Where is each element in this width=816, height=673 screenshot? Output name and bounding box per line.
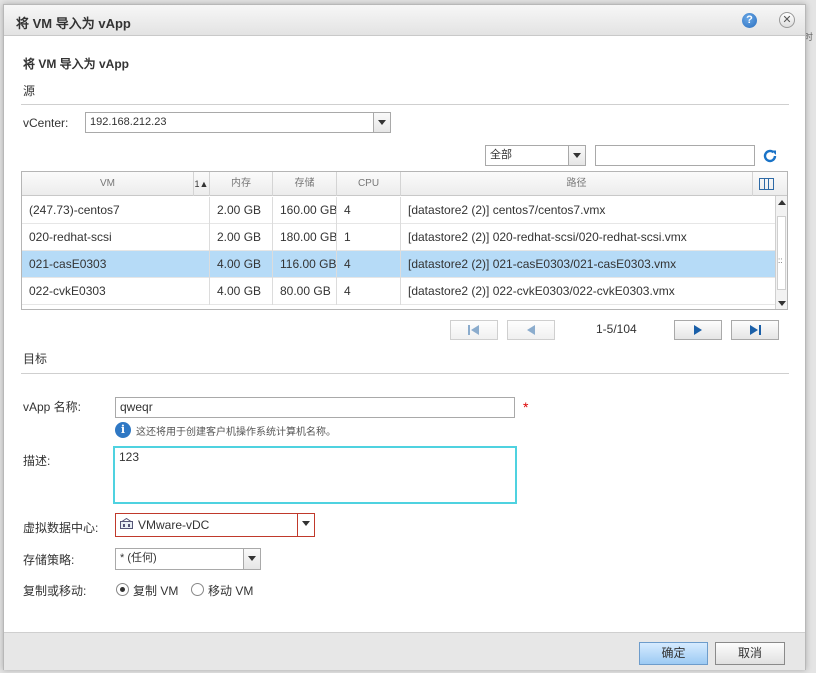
column-header-memory[interactable]: 内存	[210, 172, 273, 196]
cell-vm: (247.73)-centos7	[22, 197, 210, 224]
move-vm-radio[interactable]	[191, 583, 204, 596]
chevron-down-icon[interactable]	[373, 113, 390, 132]
dialog-footer: 确定 取消	[4, 632, 805, 670]
cell-path: [datastore2 (2)] 020-redhat-scsi/020-red…	[408, 230, 687, 244]
virtual-datacenter-value: VMware-vDC	[138, 518, 210, 532]
virtual-datacenter-select[interactable]: VMware-vDC	[115, 513, 315, 537]
first-page-icon	[468, 325, 479, 335]
first-page-button[interactable]	[450, 320, 498, 340]
table-row[interactable]: (247.73)-centos7 2.00 GB 160.00 GB 4 [da…	[22, 197, 777, 224]
cell-path: [datastore2 (2)] centos7/centos7.vmx	[408, 203, 606, 217]
source-divider	[21, 104, 789, 105]
cell-cpu: 1	[337, 224, 401, 251]
chevron-down-icon[interactable]	[243, 549, 260, 569]
pager-range: 1-5/104	[596, 322, 637, 336]
vcenter-select[interactable]: 192.168.212.23	[85, 112, 391, 133]
column-header-storage[interactable]: 存储	[273, 172, 337, 196]
copy-or-move-label: 复制或移动:	[23, 584, 87, 598]
cell-cpu: 4	[337, 251, 401, 278]
cell-memory: 4.00 GB	[210, 251, 273, 278]
column-header-vm[interactable]: VM	[22, 172, 194, 196]
info-icon: i	[115, 422, 131, 438]
move-vm-label[interactable]: 移动 VM	[208, 582, 253, 599]
vcenter-label: vCenter:	[23, 116, 69, 130]
scrollbar-grip: ::	[778, 256, 783, 265]
cell-storage: 160.00 GB	[273, 197, 337, 224]
filter-select-value: 全部	[490, 149, 512, 161]
vapp-name-input[interactable]: qweqr	[115, 397, 515, 418]
storage-policy-label: 存储策略:	[23, 553, 75, 567]
close-icon[interactable]: ✕	[779, 12, 795, 28]
cell-memory: 4.00 GB	[210, 278, 273, 305]
vapp-name-label: vApp 名称:	[23, 400, 82, 414]
scrollbar-thumb[interactable]	[777, 216, 786, 290]
table-row[interactable]: 022-cvkE0303 4.00 GB 80.00 GB 4 [datasto…	[22, 278, 777, 305]
target-section-label: 目标	[23, 352, 48, 366]
next-page-button[interactable]	[674, 320, 722, 340]
chevron-down-icon[interactable]	[568, 146, 585, 165]
table-row[interactable]: 020-redhat-scsi 2.00 GB 180.00 GB 1 [dat…	[22, 224, 777, 251]
table-header: VM 1▲ 内存 存储 CPU 路径	[22, 172, 787, 196]
scroll-down-icon[interactable]	[778, 301, 786, 306]
cell-storage: 116.00 GB	[273, 251, 337, 278]
cell-cpu: 4	[337, 197, 401, 224]
copy-vm-label[interactable]: 复制 VM	[133, 582, 178, 599]
datacenter-icon	[120, 518, 133, 529]
previous-page-button[interactable]	[507, 320, 555, 340]
last-page-icon	[750, 325, 761, 335]
scroll-up-icon[interactable]	[778, 200, 786, 205]
vcenter-select-value: 192.168.212.23	[90, 116, 167, 128]
last-page-button[interactable]	[731, 320, 779, 340]
cell-memory: 2.00 GB	[210, 224, 273, 251]
dialog-title: 将 VM 导入为 vApp	[16, 16, 131, 31]
cell-vm: 021-casE0303	[22, 251, 210, 278]
column-header-cpu[interactable]: CPU	[337, 172, 401, 196]
dialog-titlebar: 将 VM 导入为 vApp ? ✕	[4, 5, 805, 36]
cell-storage: 180.00 GB	[273, 224, 337, 251]
cell-storage: 80.00 GB	[273, 278, 337, 305]
vm-table: VM 1▲ 内存 存储 CPU 路径 (247.73)-centos7 2.00…	[21, 171, 788, 310]
filter-select[interactable]: 全部	[485, 145, 586, 166]
previous-page-icon	[527, 325, 535, 335]
vapp-name-hint: 这还将用于创建客户机操作系统计算机名称。	[136, 427, 336, 438]
refresh-icon[interactable]	[762, 148, 778, 164]
table-scrollbar[interactable]: ::	[775, 196, 787, 309]
storage-policy-select[interactable]: * (任何)	[115, 548, 261, 570]
description-textarea[interactable]: 123	[113, 446, 517, 504]
cell-path: [datastore2 (2)] 022-cvkE0303/022-cvkE03…	[408, 284, 675, 298]
storage-policy-value: * (任何)	[120, 552, 157, 564]
source-section-label: 源	[23, 84, 36, 98]
description-label: 描述:	[23, 454, 51, 468]
import-vm-dialog: 将 VM 导入为 vApp ? ✕ 将 VM 导入为 vApp 源 vCente…	[3, 4, 806, 670]
target-divider	[21, 373, 789, 374]
cell-memory: 2.00 GB	[210, 197, 273, 224]
columns-icon[interactable]	[759, 178, 774, 190]
cancel-button[interactable]: 取消	[715, 642, 785, 665]
page-title: 将 VM 导入为 vApp	[23, 57, 130, 71]
filter-search-input[interactable]	[595, 145, 755, 166]
virtual-datacenter-label: 虚拟数据中心:	[23, 521, 99, 535]
column-header-path[interactable]: 路径	[401, 172, 753, 196]
cell-path: [datastore2 (2)] 021-casE0303/021-casE03…	[408, 257, 677, 271]
required-indicator: *	[523, 399, 529, 415]
ok-button[interactable]: 确定	[639, 642, 708, 665]
next-page-icon	[694, 325, 702, 335]
table-row-selected[interactable]: 021-casE0303 4.00 GB 116.00 GB 4 [datast…	[22, 251, 777, 278]
cell-vm: 022-cvkE0303	[22, 278, 210, 305]
copy-vm-radio[interactable]	[116, 583, 129, 596]
sort-indicator[interactable]: 1▲	[194, 172, 210, 196]
cell-vm: 020-redhat-scsi	[22, 224, 210, 251]
cell-cpu: 4	[337, 278, 401, 305]
help-icon[interactable]: ?	[742, 13, 757, 28]
chevron-down-icon[interactable]	[297, 514, 314, 536]
